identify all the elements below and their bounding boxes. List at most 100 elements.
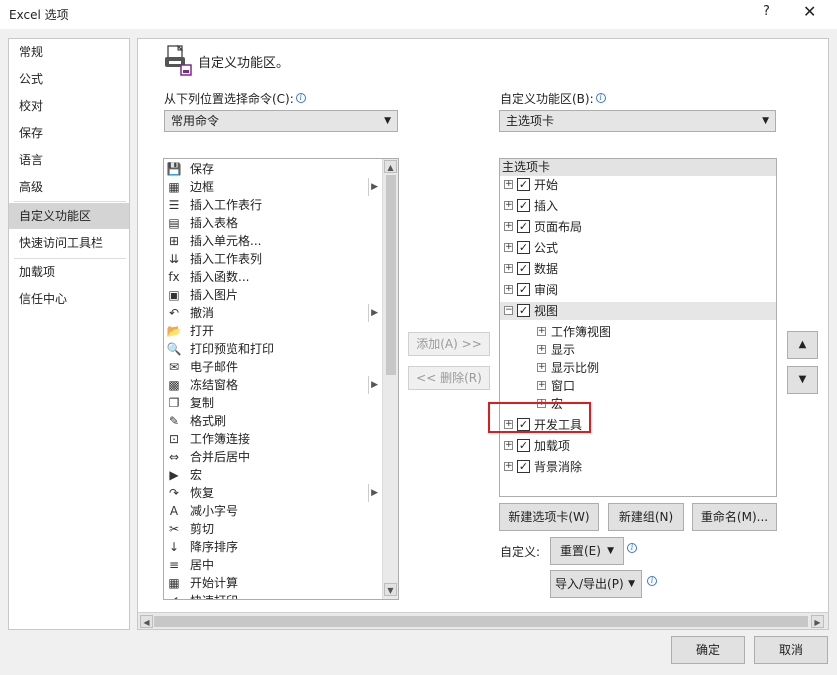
command-item[interactable]: ▶ 宏 [166, 466, 380, 484]
command-item[interactable]: 🔍 打印预览和打印 [166, 340, 380, 358]
command-item[interactable]: ↶ 撤消 ▶ [166, 304, 380, 322]
tab-checkbox[interactable]: ✓ [517, 439, 530, 452]
ribbon-tab-item[interactable]: + ✓ 页面布局 [500, 218, 776, 236]
scroll-thumb[interactable] [386, 175, 396, 375]
ribbon-tab-item[interactable]: + ✓ 公式 [500, 239, 776, 257]
new-tab-button[interactable]: 新建选项卡(W) [499, 503, 599, 531]
command-item[interactable]: ▣ 插入图片 [166, 286, 380, 304]
command-item[interactable]: ✂ 剪切 [166, 520, 380, 538]
command-item[interactable]: ✔ 快速打印 [166, 592, 380, 599]
move-up-button[interactable]: ▲ [787, 331, 818, 359]
command-item[interactable]: ✎ 格式刷 [166, 412, 380, 430]
expand-icon[interactable]: + [504, 462, 513, 471]
ribbon-tab-item[interactable]: + ✓ 插入 [500, 197, 776, 215]
nav-item-customize-ribbon[interactable]: 自定义功能区 [9, 203, 129, 229]
nav-item-save[interactable]: 保存 [9, 120, 129, 146]
remove-button[interactable]: << 删除(R) [408, 366, 490, 390]
command-item[interactable]: ⊡ 工作簿连接 [166, 430, 380, 448]
nav-item-quick-access-toolbar[interactable]: 快速访问工具栏 [9, 230, 129, 256]
command-item[interactable]: 📂 打开 [166, 322, 380, 340]
command-label: 插入工作表列 [190, 252, 263, 266]
expand-icon[interactable]: + [504, 285, 513, 294]
new-group-button[interactable]: 新建组(N) [608, 503, 684, 531]
choose-commands-value: 常用命令 [171, 114, 220, 128]
tab-checkbox[interactable]: ✓ [517, 283, 530, 296]
ribbon-tabs-dropdown[interactable]: 主选项卡 ▼ [499, 110, 776, 132]
command-item[interactable]: ⇔ 合并后居中 [166, 448, 380, 466]
rename-button[interactable]: 重命名(M)... [692, 503, 777, 531]
ribbon-group-item[interactable]: + 窗口 [500, 377, 776, 395]
ok-button[interactable]: 确定 [671, 636, 745, 664]
scroll-right-arrow[interactable]: ▶ [811, 615, 824, 628]
expand-icon[interactable]: + [537, 345, 546, 354]
command-item[interactable]: fx 插入函数... [166, 268, 380, 286]
expand-icon[interactable]: + [504, 441, 513, 450]
import-export-dropdown-button[interactable]: 导入/导出(P) ▼ [550, 570, 642, 598]
nav-item-formulas[interactable]: 公式 [9, 66, 129, 92]
command-item[interactable]: ▤ 插入表格 [166, 214, 380, 232]
expand-icon[interactable]: + [504, 264, 513, 273]
ribbon-tab-item[interactable]: + ✓ 加载项 [500, 437, 776, 455]
expand-icon[interactable]: + [537, 327, 546, 336]
ribbon-tab-item[interactable]: + ✓ 背景消除 [500, 458, 776, 476]
command-label: 快速打印 [190, 592, 238, 599]
expand-icon[interactable]: + [504, 201, 513, 210]
ribbon-group-item[interactable]: + 显示 [500, 341, 776, 359]
collapse-icon[interactable]: − [504, 306, 513, 315]
command-item[interactable]: ⇊ 插入工作表列 [166, 250, 380, 268]
horizontal-scrollbar[interactable]: ◀ ▶ [138, 612, 828, 629]
command-item[interactable]: ✉ 电子邮件 [166, 358, 380, 376]
tab-checkbox[interactable]: ✓ [517, 460, 530, 473]
tab-checkbox[interactable]: ✓ [517, 220, 530, 233]
expand-icon[interactable]: + [504, 180, 513, 189]
ribbon-tab-item[interactable]: + ✓ 开始 [500, 176, 776, 194]
command-item[interactable]: ▩ 冻结窗格 ▶ [166, 376, 380, 394]
ribbon-tab-item[interactable]: + ✓ 审阅 [500, 281, 776, 299]
nav-item-trust-center[interactable]: 信任中心 [9, 286, 129, 312]
scroll-thumb[interactable] [154, 616, 808, 627]
scroll-up-arrow[interactable]: ▲ [384, 160, 397, 173]
nav-item-add-ins[interactable]: 加载项 [9, 259, 129, 285]
ribbon-tab-item[interactable]: − ✓ 视图 [500, 302, 776, 320]
expand-icon[interactable]: + [537, 381, 546, 390]
tree-header: 主选项卡 [500, 159, 776, 176]
tab-checkbox[interactable]: ✓ [517, 241, 530, 254]
nav-item-proofing[interactable]: 校对 [9, 93, 129, 119]
tab-checkbox[interactable]: ✓ [517, 178, 530, 191]
expand-icon[interactable]: + [537, 363, 546, 372]
commands-scrollbar[interactable]: ▲ ▼ [382, 159, 398, 599]
command-item[interactable]: ≡ 居中 [166, 556, 380, 574]
cancel-button[interactable]: 取消 [754, 636, 828, 664]
command-label: 撤消 [190, 306, 215, 320]
help-button[interactable]: ? [763, 4, 770, 19]
command-item[interactable]: ❐ 复制 [166, 394, 380, 412]
tab-checkbox[interactable]: ✓ [517, 304, 530, 317]
expand-icon[interactable]: + [504, 243, 513, 252]
add-button[interactable]: 添加(A) >> [408, 332, 490, 356]
close-button[interactable]: ✕ [803, 2, 816, 21]
command-item[interactable]: 💾 保存 [166, 160, 380, 178]
expand-icon[interactable]: + [504, 222, 513, 231]
command-item[interactable]: ↷ 恢复 ▶ [166, 484, 380, 502]
ribbon-group-item[interactable]: + 工作簿视图 [500, 323, 776, 341]
scroll-left-arrow[interactable]: ◀ [140, 615, 153, 628]
command-item[interactable]: ☰ 插入工作表行 [166, 196, 380, 214]
scroll-down-arrow[interactable]: ▼ [384, 583, 397, 596]
command-item[interactable]: A 减小字号 [166, 502, 380, 520]
command-item[interactable]: ▦ 开始计算 [166, 574, 380, 592]
ribbon-tab-item[interactable]: + ✓ 数据 [500, 260, 776, 278]
ribbon-group-item[interactable]: + 显示比例 [500, 359, 776, 377]
reset-dropdown-button[interactable]: 重置(E) ▼ [550, 537, 624, 565]
command-item[interactable]: ⊞ 插入单元格... [166, 232, 380, 250]
nav-item-language[interactable]: 语言 [9, 147, 129, 173]
command-item[interactable]: ↓ 降序排序 [166, 538, 380, 556]
tab-checkbox[interactable]: ✓ [517, 262, 530, 275]
ribbon-tree[interactable]: 主选项卡 + ✓ 开始 + ✓ 插入 + ✓ 页面布局 + ✓ 公式 + ✓ 数据 + ✓ 审阅 − ✓ 视图 + 工作簿视… [499, 158, 777, 497]
commands-list[interactable]: 💾 保存 ▦ 边框 ▶ ☰ 插入工作表行 ▤ 插入表格 ⊞ 插入单元格... ⇊ 插入工作表列 fx 插入函… [163, 158, 399, 600]
tab-checkbox[interactable]: ✓ [517, 199, 530, 212]
move-down-button[interactable]: ▼ [787, 366, 818, 394]
choose-commands-dropdown[interactable]: 常用命令 ▼ [164, 110, 398, 132]
nav-item-general[interactable]: 常规 [9, 39, 129, 65]
command-item[interactable]: ▦ 边框 ▶ [166, 178, 380, 196]
nav-item-advanced[interactable]: 高级 [9, 174, 129, 200]
